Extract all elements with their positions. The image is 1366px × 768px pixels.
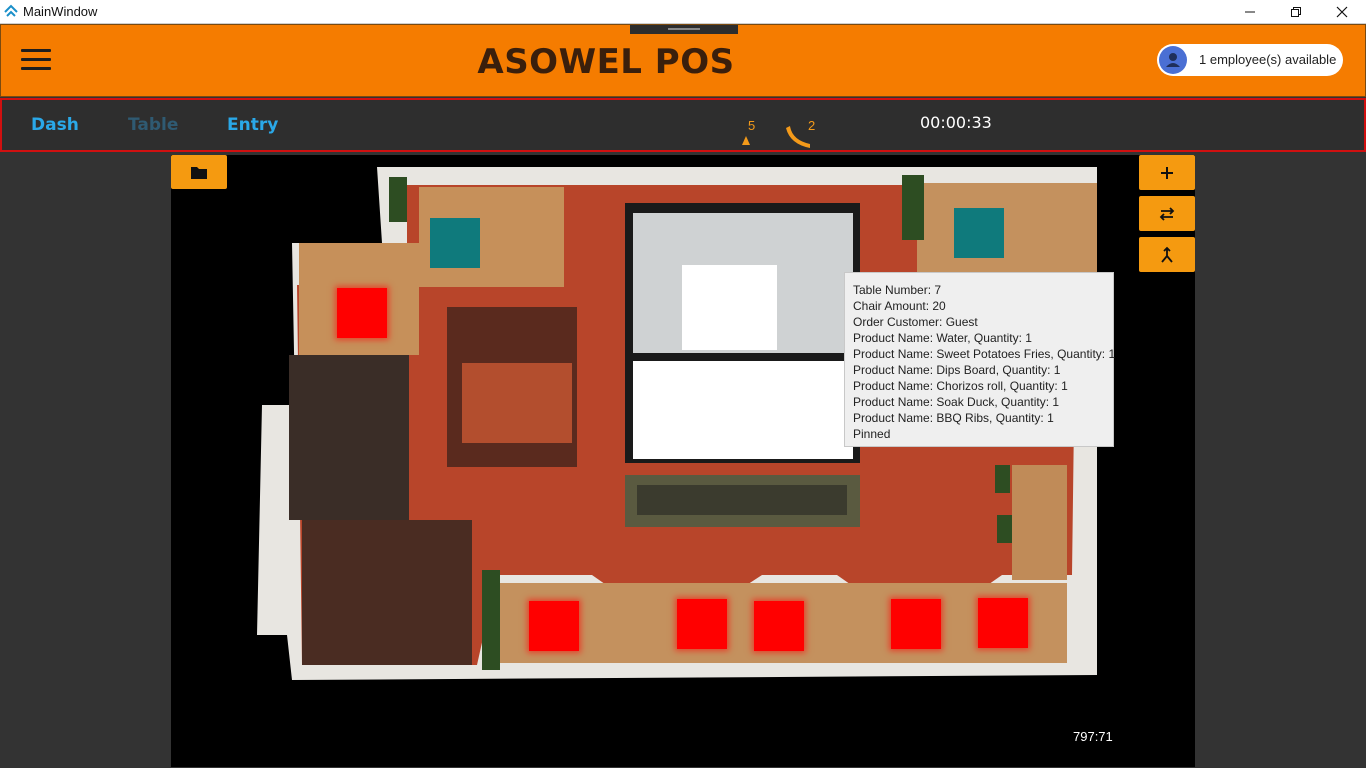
table-marker[interactable] bbox=[978, 598, 1028, 648]
tooltip-line: Product Name: Dips Board, Quantity: 1 bbox=[853, 363, 1061, 377]
table-marker[interactable] bbox=[891, 599, 941, 649]
tooltip-line: Product Name: Sweet Potatoes Fries, Quan… bbox=[853, 347, 1116, 361]
minimize-icon bbox=[1245, 11, 1255, 13]
drag-handle[interactable] bbox=[630, 25, 738, 34]
brand-title: ASOWEL POS bbox=[477, 42, 735, 82]
swap-arrows-icon bbox=[1159, 207, 1175, 221]
table-marker[interactable] bbox=[430, 218, 480, 268]
folder-icon bbox=[191, 167, 207, 179]
tooltip-line: Product Name: Water, Quantity: 1 bbox=[853, 331, 1032, 345]
table-marker[interactable] bbox=[529, 601, 579, 651]
add-table-button[interactable] bbox=[1139, 155, 1195, 190]
user-icon bbox=[1159, 46, 1187, 74]
employee-availability-badge[interactable]: 1 employee(s) available bbox=[1157, 44, 1343, 76]
table-details-tooltip: Table Number: 7 Chair Amount: 20 Order C… bbox=[844, 272, 1116, 447]
tab-table[interactable]: Table bbox=[128, 115, 178, 135]
plus-icon bbox=[1161, 167, 1173, 179]
swap-tables-button[interactable] bbox=[1139, 196, 1195, 231]
table-marker[interactable] bbox=[754, 601, 804, 651]
tooltip-line: Order Customer: Guest bbox=[853, 315, 978, 329]
cursor-coordinates: 797:71 bbox=[1073, 729, 1113, 744]
table-marker[interactable] bbox=[337, 288, 387, 338]
close-icon bbox=[1336, 6, 1348, 18]
gauge-right-value: 2 bbox=[808, 118, 816, 133]
tooltip-line: Chair Amount: 20 bbox=[853, 299, 946, 313]
tooltip-line: Pinned bbox=[853, 427, 891, 441]
minimize-button[interactable] bbox=[1227, 0, 1273, 23]
tooltip-line: Product Name: BBQ Ribs, Quantity: 1 bbox=[853, 411, 1054, 425]
tooltip-line: Product Name: Chorizos roll, Quantity: 1 bbox=[853, 379, 1068, 393]
tab-entry[interactable]: Entry bbox=[227, 115, 278, 135]
table-marker[interactable] bbox=[954, 208, 1004, 258]
app-logo-icon bbox=[4, 4, 18, 17]
window-title: MainWindow bbox=[23, 4, 98, 19]
gauge-left-value: 5 bbox=[748, 118, 756, 133]
nav-bar: Dash Table Entry 5 2 00:00:33 bbox=[0, 98, 1366, 152]
merge-tables-button[interactable] bbox=[1139, 237, 1195, 272]
tab-dash[interactable]: Dash bbox=[31, 115, 79, 135]
app-header: ASOWEL POS 1 employee(s) available bbox=[0, 24, 1366, 97]
tooltip-line: Table Number: 7 bbox=[853, 283, 942, 297]
open-folder-button[interactable] bbox=[171, 155, 227, 189]
employee-count-label: 1 employee(s) available bbox=[1199, 52, 1337, 67]
session-timer: 00:00:33 bbox=[920, 113, 992, 132]
restore-icon bbox=[1291, 7, 1301, 17]
close-button[interactable] bbox=[1319, 0, 1365, 23]
window-titlebar: MainWindow bbox=[0, 0, 1366, 24]
merge-icon bbox=[1161, 246, 1173, 263]
table-marker[interactable] bbox=[677, 599, 727, 649]
tooltip-line: Product Name: Soak Duck, Quantity: 1 bbox=[853, 395, 1060, 409]
restore-button[interactable] bbox=[1273, 0, 1319, 23]
